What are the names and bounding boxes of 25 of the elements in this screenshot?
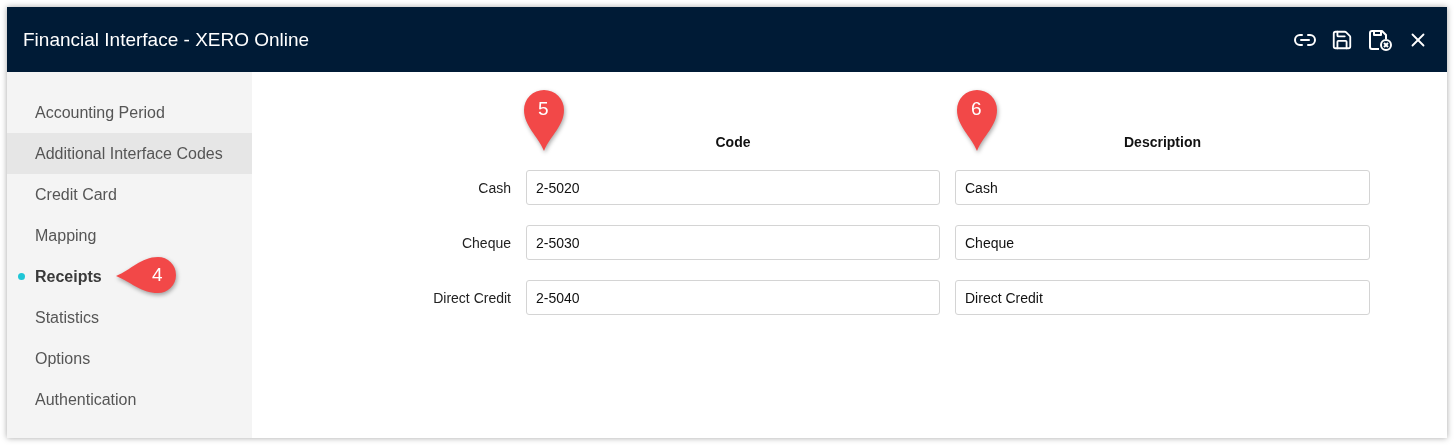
window-title: Financial Interface - XERO Online <box>23 28 310 51</box>
sidebar-item[interactable]: Credit Card <box>35 185 117 204</box>
code-field[interactable]: 2-5040 <box>526 280 940 315</box>
row-label: Cheque <box>460 234 511 251</box>
save-button[interactable] <box>1331 28 1353 51</box>
code-field[interactable]: 2-5020 <box>526 170 940 205</box>
save-close-icon <box>1367 27 1393 52</box>
column-header: Description <box>1123 134 1202 150</box>
row-label: Cash <box>477 179 511 196</box>
sidebar-item[interactable]: Authentication <box>35 390 137 409</box>
sidebar-item[interactable]: Accounting Period <box>35 103 165 122</box>
sidebar-row-highlight[interactable]: Additional Interface Codes <box>7 133 252 174</box>
description-field[interactable]: Direct Credit <box>955 280 1370 315</box>
sidebar-item[interactable]: Statistics <box>35 308 99 327</box>
code-field[interactable]: 2-5030 <box>526 225 940 260</box>
row-label: Direct Credit <box>432 289 511 306</box>
sidebar-item[interactable]: Additional Interface Codes <box>35 144 223 163</box>
column-header: Code <box>714 134 752 150</box>
sidebar-item[interactable]: Options <box>35 349 91 368</box>
sidebar-item[interactable]: Mapping <box>35 226 97 245</box>
description-field[interactable]: Cash <box>955 170 1370 205</box>
description-field[interactable]: Cheque <box>955 225 1370 260</box>
sidebar-item[interactable]: Receipts <box>35 267 102 286</box>
save-and-close-button[interactable] <box>1367 27 1393 52</box>
save-icon <box>1331 28 1353 51</box>
